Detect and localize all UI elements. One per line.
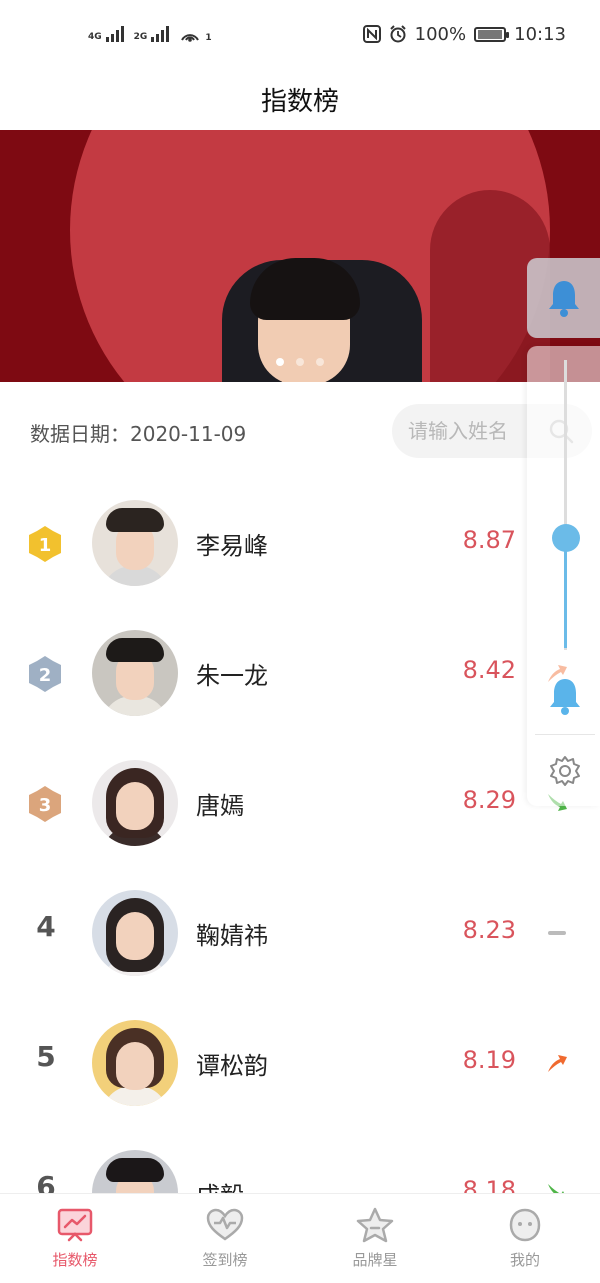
hotspot-count: 1 bbox=[205, 33, 212, 43]
battery-percent: 100% bbox=[414, 23, 467, 45]
tab-checkin-ranking[interactable]: 签到榜 bbox=[150, 1194, 300, 1283]
celebrity-name: 鞠婧祎 bbox=[196, 922, 268, 950]
carousel-dots bbox=[0, 358, 600, 366]
signal-4g-icon: 4G bbox=[88, 26, 124, 42]
tab-brand-star[interactable]: 品牌星 bbox=[300, 1194, 450, 1283]
data-date-label: 数据日期：2020-11-09 bbox=[30, 421, 247, 446]
trend-flat-icon bbox=[548, 931, 566, 935]
bell-icon bbox=[548, 281, 579, 317]
bottom-tab-bar: 指数榜 签到榜 品牌星 我的 bbox=[0, 1193, 600, 1283]
rank-number: 3 bbox=[39, 795, 52, 816]
index-score: 8.19 bbox=[462, 1046, 516, 1074]
index-score: 8.23 bbox=[462, 916, 516, 944]
celebrity-name: 朱一龙 bbox=[196, 662, 268, 690]
rank-number: 5 bbox=[36, 1040, 56, 1073]
gold-medal-icon: 1 bbox=[29, 526, 61, 562]
list-toolbar: 数据日期：2020-11-09 bbox=[0, 400, 600, 464]
silver-medal-icon: 2 bbox=[29, 656, 61, 692]
page-title: 指数榜 bbox=[260, 86, 339, 117]
name-search-input[interactable] bbox=[408, 419, 538, 443]
battery-icon bbox=[474, 26, 510, 42]
panel-divider bbox=[535, 734, 595, 735]
banner-carousel[interactable] bbox=[0, 130, 600, 382]
rank-number: 1 bbox=[39, 535, 52, 556]
trend-up-icon bbox=[548, 1055, 567, 1072]
opacity-slider-fill bbox=[564, 540, 567, 648]
ranking-list: 1 李易峰 8.87 2 朱一龙 8.42 3 唐嫣 8.29 4 鞠婧祎 8.… bbox=[0, 478, 600, 1258]
gear-icon[interactable] bbox=[548, 754, 582, 788]
rank-number: 4 bbox=[36, 910, 56, 943]
index-score: 8.42 bbox=[462, 656, 516, 684]
carousel-dot[interactable] bbox=[316, 358, 324, 366]
ranking-row[interactable]: 1 李易峰 8.87 bbox=[0, 478, 600, 608]
signal-2g-tag: 2G bbox=[133, 32, 148, 42]
hotspot-icon: 1 bbox=[179, 25, 212, 43]
avatar[interactable] bbox=[92, 760, 178, 846]
tab-mine[interactable]: 我的 bbox=[450, 1194, 600, 1283]
bell-icon[interactable] bbox=[547, 676, 583, 716]
tab-label: 签到榜 bbox=[202, 1251, 248, 1269]
chart-icon bbox=[57, 1208, 93, 1242]
signal-2g-icon: 2G bbox=[134, 26, 170, 42]
signal-4g-tag: 4G bbox=[88, 32, 102, 42]
ranking-row[interactable]: 3 唐嫣 8.29 bbox=[0, 738, 600, 868]
floating-notify-button[interactable] bbox=[527, 258, 600, 338]
opacity-slider-knob[interactable] bbox=[552, 524, 580, 552]
tab-label: 指数榜 bbox=[52, 1251, 98, 1269]
tab-index-ranking[interactable]: 指数榜 bbox=[0, 1194, 150, 1283]
status-left: 4G 2G 1 bbox=[88, 25, 212, 43]
app-header: 指数榜 bbox=[0, 68, 600, 130]
carousel-dot[interactable] bbox=[276, 358, 284, 366]
index-score: 8.87 bbox=[462, 526, 516, 554]
ranking-row[interactable]: 4 鞠婧祎 8.23 bbox=[0, 868, 600, 998]
heartbeat-icon bbox=[206, 1208, 244, 1241]
avatar[interactable] bbox=[92, 630, 178, 716]
celebrity-name: 谭松韵 bbox=[196, 1052, 268, 1080]
avatar[interactable] bbox=[92, 500, 178, 586]
avatar[interactable] bbox=[92, 890, 178, 976]
tab-label: 品牌星 bbox=[352, 1251, 398, 1269]
face-icon bbox=[509, 1208, 541, 1242]
ranking-row[interactable]: 5 谭松韵 8.19 bbox=[0, 998, 600, 1128]
rank-number: 2 bbox=[39, 665, 52, 686]
status-bar: 4G 2G 1 100% 10:13 bbox=[0, 0, 600, 68]
tab-label: 我的 bbox=[509, 1251, 540, 1269]
clock: 10:13 bbox=[514, 23, 566, 45]
celebrity-name: 李易峰 bbox=[196, 532, 268, 560]
ranking-row[interactable]: 2 朱一龙 8.42 bbox=[0, 608, 600, 738]
nfc-icon bbox=[362, 25, 381, 43]
avatar[interactable] bbox=[92, 1020, 178, 1106]
celebrity-name: 唐嫣 bbox=[196, 792, 244, 820]
index-score: 8.29 bbox=[462, 786, 516, 814]
star-icon bbox=[356, 1207, 394, 1243]
status-right: 100% 10:13 bbox=[362, 23, 566, 45]
alarm-icon bbox=[389, 25, 406, 43]
carousel-dot[interactable] bbox=[296, 358, 304, 366]
bronze-medal-icon: 3 bbox=[29, 786, 61, 822]
